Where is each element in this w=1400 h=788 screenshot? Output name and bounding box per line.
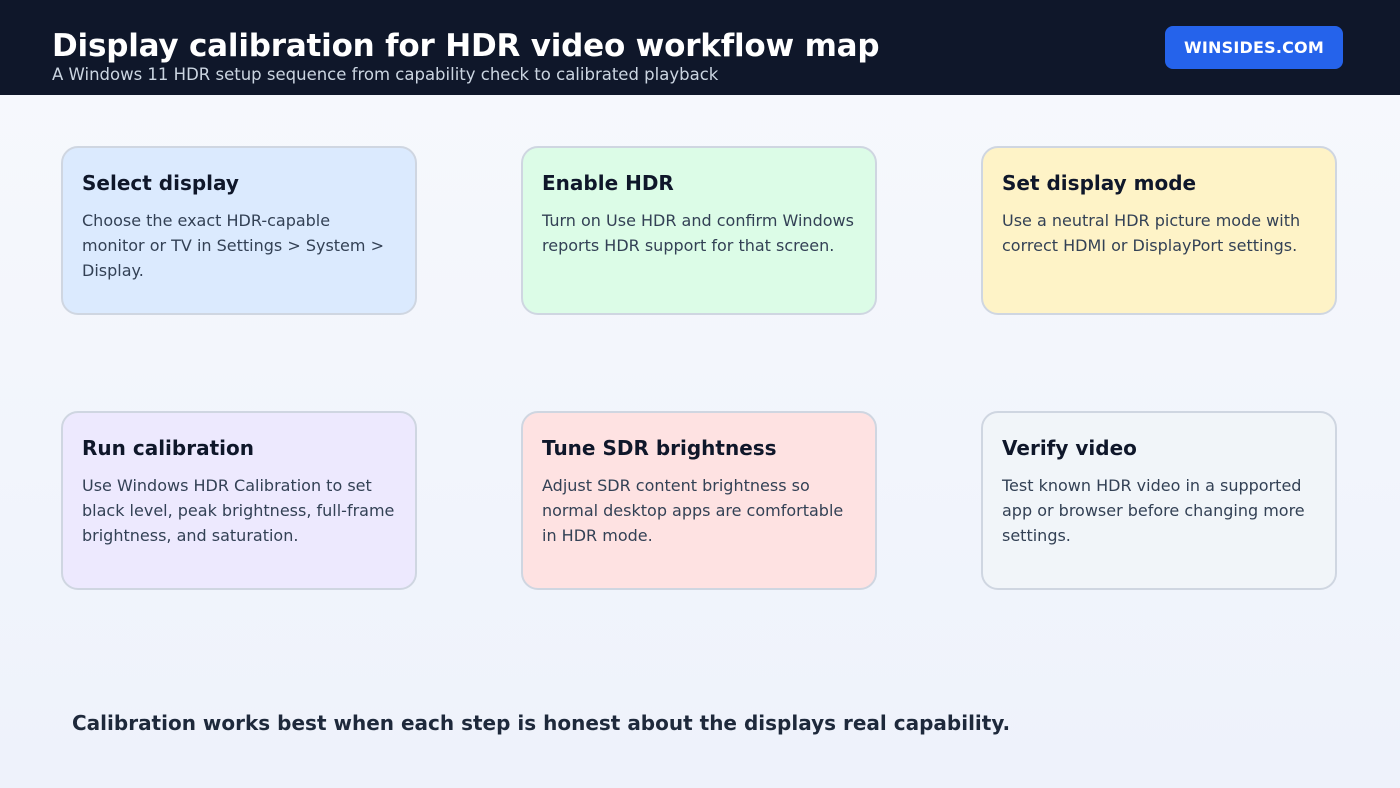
step-title: Tune SDR brightness bbox=[542, 436, 777, 460]
brand-badge[interactable]: WINSIDES.COM bbox=[1165, 26, 1343, 69]
step-description: Adjust SDR content brightness so normal … bbox=[542, 476, 844, 545]
step-description: Use a neutral HDR picture mode with corr… bbox=[1002, 211, 1301, 255]
step-card-run-calibration: Run calibration Use Windows HDR Calibrat… bbox=[61, 411, 417, 590]
step-title: Select display bbox=[82, 171, 239, 195]
step-card-select-display: Select display Choose the exact HDR-capa… bbox=[61, 146, 417, 315]
footer-note: Calibration works best when each step is… bbox=[72, 711, 1011, 735]
step-description: Turn on Use HDR and confirm Windows repo… bbox=[542, 211, 854, 255]
step-card-verify-video: Verify video Test known HDR video in a s… bbox=[981, 411, 1337, 590]
step-title: Verify video bbox=[1002, 436, 1137, 460]
step-title: Set display mode bbox=[1002, 171, 1197, 195]
page-subtitle: A Windows 11 HDR setup sequence from cap… bbox=[52, 65, 719, 84]
step-description: Use Windows HDR Calibration to set black… bbox=[82, 476, 395, 545]
header-bar: Display calibration for HDR video workfl… bbox=[0, 0, 1400, 95]
step-description: Test known HDR video in a supported app … bbox=[1002, 476, 1305, 545]
step-card-set-display-mode: Set display mode Use a neutral HDR pictu… bbox=[981, 146, 1337, 315]
page-title: Display calibration for HDR video workfl… bbox=[52, 28, 880, 64]
step-title: Run calibration bbox=[82, 436, 254, 460]
step-card-enable-hdr: Enable HDR Turn on Use HDR and confirm W… bbox=[521, 146, 877, 315]
step-description: Choose the exact HDR-capable monitor or … bbox=[82, 211, 384, 280]
step-card-tune-sdr-brightness: Tune SDR brightness Adjust SDR content b… bbox=[521, 411, 877, 590]
step-title: Enable HDR bbox=[542, 171, 674, 195]
